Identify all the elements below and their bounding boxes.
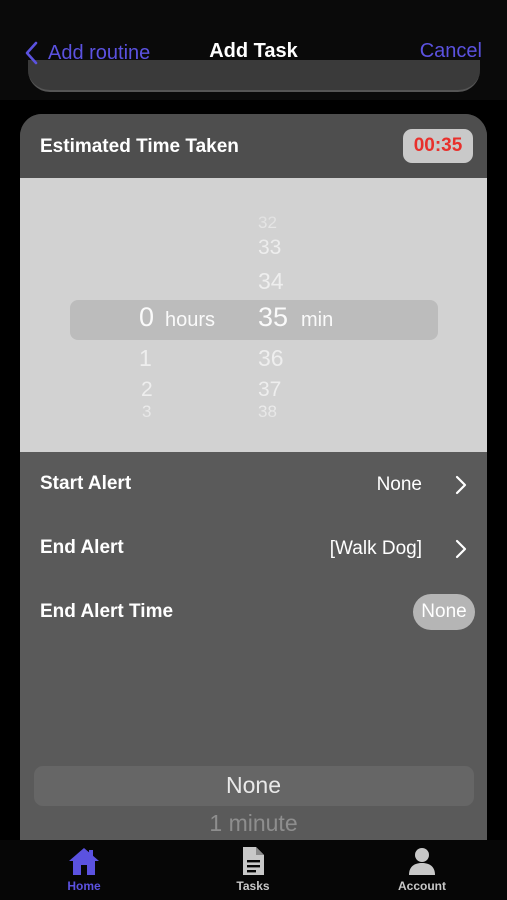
hours-selected[interactable]: 0 <box>139 302 154 333</box>
tab-tasks-label: Tasks <box>236 879 270 893</box>
picker-fade-bottom <box>20 402 487 452</box>
minutes-selected[interactable]: 35 <box>258 302 288 333</box>
picker-selection-band <box>70 300 438 340</box>
alert-picker-selected[interactable]: None <box>20 772 487 799</box>
alert-time-picker[interactable]: None 1 minute <box>20 754 487 854</box>
estimated-time-header[interactable]: Estimated Time Taken 00:35 <box>20 114 487 178</box>
minute-option[interactable]: 36 <box>258 345 284 372</box>
end-alert-value: [Walk Dog] <box>329 538 422 559</box>
hour-option[interactable]: 1 <box>139 345 152 372</box>
tab-account-label: Account <box>398 879 446 893</box>
hours-unit-label: hours <box>165 309 216 331</box>
estimated-time-badge[interactable]: 00:35 <box>403 129 473 163</box>
end-alert-time-pill[interactable]: None <box>413 594 475 630</box>
tab-tasks[interactable]: Tasks <box>193 846 313 893</box>
start-alert-row[interactable]: Start Alert None <box>20 465 487 505</box>
home-icon <box>69 848 99 875</box>
minutes-unit-label: min <box>301 309 334 331</box>
chevron-right-icon <box>455 539 467 559</box>
estimated-time-label: Estimated Time Taken <box>40 136 239 157</box>
task-settings-card: Estimated Time Taken 00:35 32 33 34 0 ho… <box>20 114 487 854</box>
minute-option[interactable]: 37 <box>258 378 281 402</box>
chevron-right-icon <box>455 475 467 495</box>
minute-option[interactable]: 34 <box>258 268 284 295</box>
start-alert-value: None <box>376 474 422 495</box>
navigation-bar: Add routine Add Task Cancel <box>0 0 507 100</box>
end-alert-time-row: End Alert Time None <box>20 593 487 633</box>
end-alert-time-label: End Alert Time <box>40 601 174 622</box>
tab-bar: Home Tasks Account <box>0 840 507 900</box>
duration-picker[interactable]: 32 33 34 0 hours 35 min 1 2 3 36 37 38 <box>20 178 487 452</box>
person-icon <box>409 848 435 875</box>
alert-picker-option[interactable]: 1 minute <box>20 810 487 837</box>
hour-option[interactable]: 2 <box>141 378 153 402</box>
tab-home[interactable]: Home <box>24 846 144 893</box>
end-alert-label: End Alert <box>40 537 124 558</box>
picker-fade-top <box>20 178 487 248</box>
tab-home-label: Home <box>67 879 101 893</box>
cancel-button[interactable]: Cancel <box>420 40 482 63</box>
end-alert-row[interactable]: End Alert [Walk Dog] <box>20 529 487 569</box>
tab-account[interactable]: Account <box>362 846 482 893</box>
start-alert-label: Start Alert <box>40 473 132 494</box>
document-icon <box>243 847 264 875</box>
